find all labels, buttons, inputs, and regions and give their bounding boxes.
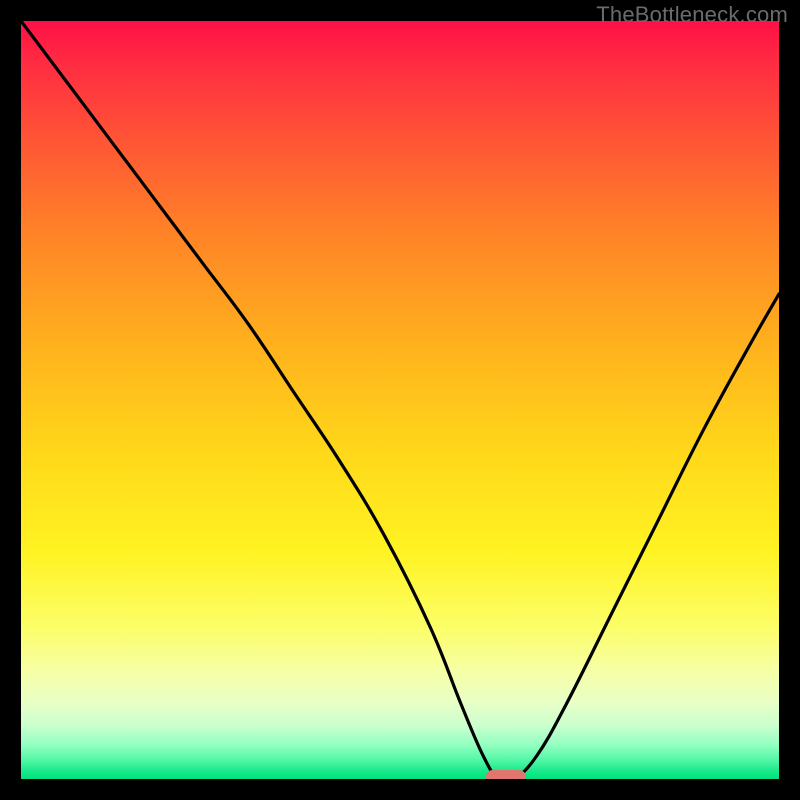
plot-area [21, 21, 779, 779]
bottleneck-curve [21, 21, 779, 779]
watermark-label: TheBottleneck.com [596, 2, 788, 28]
optimal-point-marker [486, 770, 526, 779]
chart-frame: TheBottleneck.com [0, 0, 800, 800]
